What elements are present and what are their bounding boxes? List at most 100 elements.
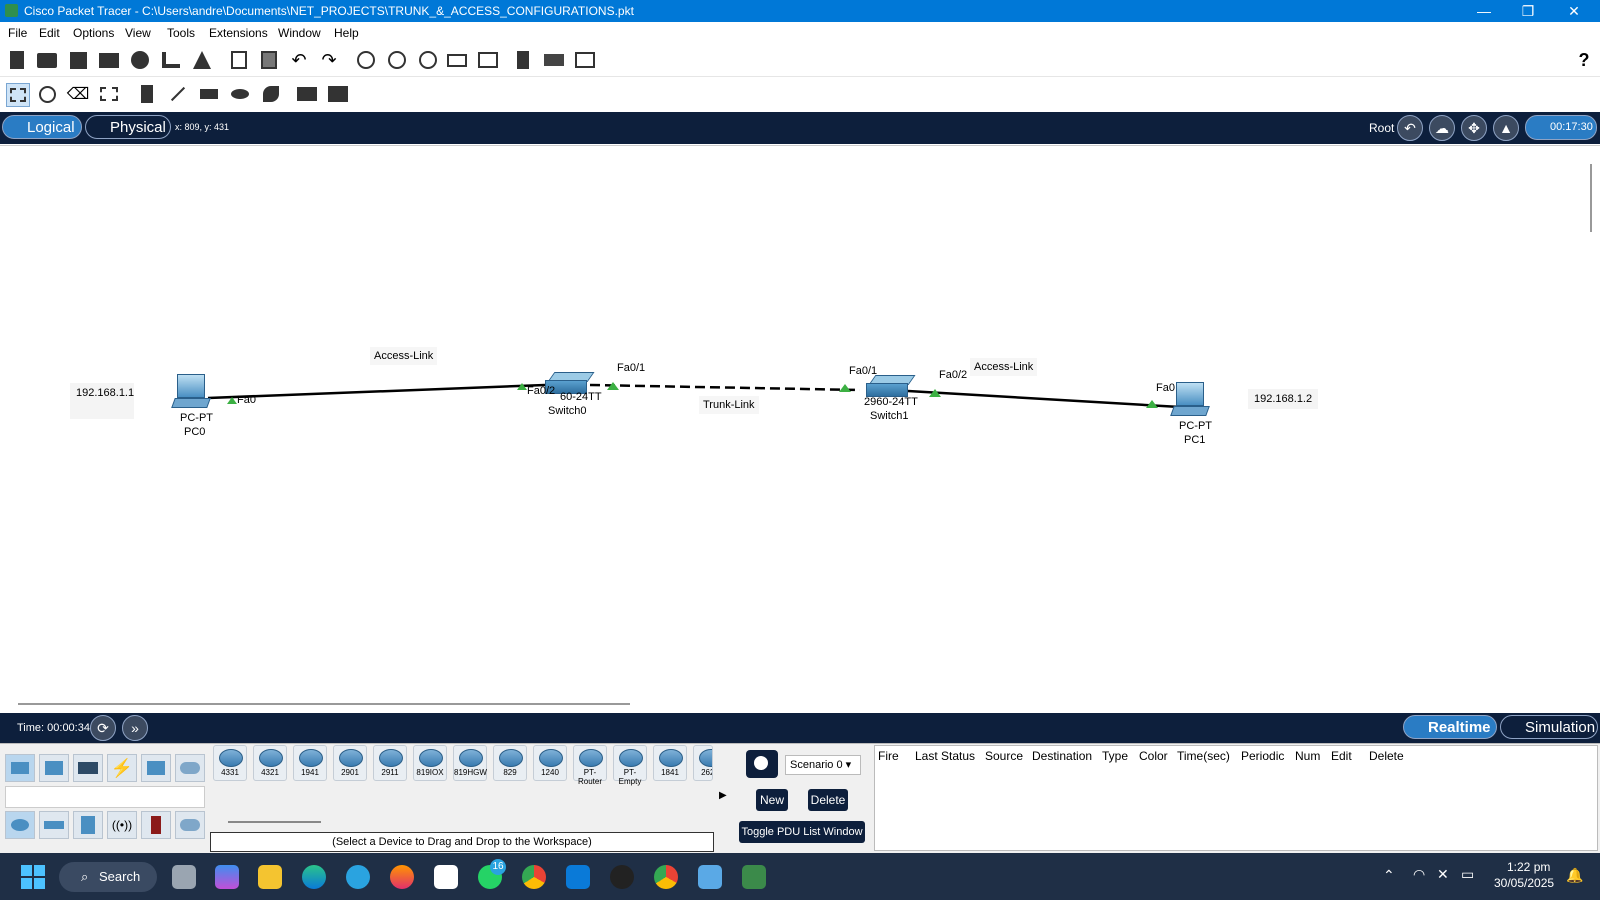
router-pt-empty[interactable]: PT-Empty <box>613 745 647 786</box>
notifications-bell-icon[interactable]: 🔔 <box>1566 867 1583 884</box>
activity-wizard-icon[interactable] <box>191 49 213 71</box>
minimize-button[interactable]: — <box>1462 0 1506 22</box>
fast-forward-icon[interactable]: » <box>122 715 148 741</box>
routers-subcategory-icon[interactable] <box>5 811 35 839</box>
show-hidden-icons-icon[interactable]: ⌃ <box>1383 867 1395 884</box>
chrome-profile-icon[interactable] <box>654 865 678 889</box>
new-scenario-button[interactable]: New <box>756 789 788 811</box>
menu-file[interactable]: File <box>8 26 27 40</box>
complex-pdu-icon[interactable] <box>327 83 349 105</box>
connections-category-icon[interactable]: ⚡ <box>107 754 137 782</box>
router-2901[interactable]: 2901 <box>333 745 367 781</box>
pc0-device-icon[interactable] <box>171 374 211 410</box>
custom-device-icon[interactable] <box>477 49 499 71</box>
toggle-pdu-list-button[interactable]: Toggle PDU List Window <box>739 821 865 843</box>
delete-icon[interactable]: ⌫ <box>67 83 90 105</box>
image-icon[interactable] <box>574 49 596 71</box>
new-file-icon[interactable] <box>6 49 28 71</box>
note-icon[interactable] <box>136 83 158 105</box>
freeform-icon[interactable] <box>260 83 282 105</box>
close-button[interactable]: ✕ <box>1552 0 1596 22</box>
menu-options[interactable]: Options <box>73 26 114 40</box>
multiuser-category-icon[interactable] <box>175 754 205 782</box>
view-icon[interactable] <box>543 49 565 71</box>
right-link-note[interactable]: Access-Link <box>970 358 1038 376</box>
device-list-scrollbar[interactable] <box>228 821 321 823</box>
menu-view[interactable]: View <box>125 26 151 40</box>
save-icon[interactable] <box>67 49 89 71</box>
router-829[interactable]: 829 <box>493 745 527 781</box>
info-icon[interactable] <box>129 49 151 71</box>
wifi-icon[interactable]: ◠ <box>1413 866 1425 883</box>
delete-scenario-button[interactable]: Delete <box>808 789 848 811</box>
vscode-icon[interactable] <box>566 865 590 889</box>
network-wizard-icon[interactable] <box>160 49 182 71</box>
menu-help[interactable]: Help <box>334 26 359 40</box>
zoom-in-icon[interactable] <box>355 49 377 71</box>
copilot-icon[interactable] <box>215 865 239 889</box>
network-devices-category-icon[interactable] <box>5 754 35 782</box>
security-subcategory-icon[interactable] <box>141 811 171 839</box>
telegram-icon[interactable] <box>346 865 370 889</box>
open-folder-icon[interactable] <box>36 49 58 71</box>
wireless-subcategory-icon[interactable]: ((•)) <box>107 811 137 839</box>
router-1941[interactable]: 1941 <box>293 745 327 781</box>
packet-tracer-taskbar-icon[interactable] <box>742 865 766 889</box>
trunk-link-note[interactable]: Trunk-Link <box>699 396 759 414</box>
cloud-icon[interactable]: ☁ <box>1429 115 1455 141</box>
horizontal-scrollbar[interactable] <box>18 703 630 705</box>
menu-edit[interactable]: Edit <box>39 26 60 40</box>
device-template-icon[interactable] <box>512 49 534 71</box>
power-cycle-icon[interactable]: ⟳ <box>90 715 116 741</box>
copy-icon[interactable] <box>228 49 250 71</box>
back-icon[interactable]: ↶ <box>1397 115 1423 141</box>
drawing-palette-icon[interactable] <box>446 49 468 71</box>
realtime-mode-button[interactable]: Realtime <box>1403 715 1497 739</box>
resize-icon[interactable] <box>98 83 120 105</box>
rectangle-icon[interactable] <box>198 83 220 105</box>
logical-workspace[interactable]: PC-PT PC0 192.168.1.1 Fa0 60-24TT Switch… <box>0 145 1600 714</box>
pc1-ip-note[interactable]: 192.168.1.2 <box>1248 389 1319 409</box>
logical-tab[interactable]: Logical <box>2 115 82 139</box>
wan-emulation-subcategory-icon[interactable] <box>175 811 205 839</box>
volume-muted-icon[interactable]: ✕ <box>1437 866 1449 883</box>
router-2911[interactable]: 2911 <box>373 745 407 781</box>
edge-icon[interactable] <box>302 865 326 889</box>
router-1841[interactable]: 1841 <box>653 745 687 781</box>
zoom-reset-icon[interactable] <box>386 49 408 71</box>
hubs-subcategory-icon[interactable] <box>73 811 103 839</box>
print-icon[interactable] <box>98 49 120 71</box>
zoom-out-icon[interactable] <box>417 49 439 71</box>
vertical-scrollbar[interactable] <box>1590 164 1592 232</box>
scenario-select[interactable]: Scenario 0 ▾ <box>785 755 861 775</box>
router-819hgw[interactable]: 819HGW <box>453 745 487 781</box>
task-view-icon[interactable] <box>172 865 196 889</box>
undo-icon[interactable]: ↶ <box>288 49 310 71</box>
help-icon[interactable]: ? <box>1573 49 1595 71</box>
router-819iox[interactable]: 819IOX <box>413 745 447 781</box>
taskbar-search-box[interactable]: ⌕ Search <box>59 862 157 892</box>
select-icon[interactable] <box>6 83 30 107</box>
redo-icon[interactable]: ↷ <box>318 49 340 71</box>
components-category-icon[interactable] <box>73 754 103 782</box>
pc1-device-icon[interactable] <box>1170 382 1210 418</box>
windows-start-icon[interactable] <box>21 865 45 889</box>
viewport-clock[interactable]: 00:17:30 <box>1525 115 1597 140</box>
paste-icon[interactable] <box>258 49 280 71</box>
end-devices-category-icon[interactable] <box>39 754 69 782</box>
clock-time[interactable]: 1:22 pm <box>1507 860 1550 874</box>
firefox-icon[interactable] <box>390 865 414 889</box>
clock-date[interactable]: 30/05/2025 <box>1494 876 1554 890</box>
router-pt-router[interactable]: PT-Router <box>573 745 607 786</box>
menu-tools[interactable]: Tools <box>167 26 195 40</box>
router-4321[interactable]: 4321 <box>253 745 287 781</box>
gmail-icon[interactable] <box>434 865 458 889</box>
panel-expand-icon[interactable]: ▶ <box>719 790 727 801</box>
file-explorer-icon[interactable] <box>258 865 282 889</box>
battery-icon[interactable]: ▭ <box>1461 866 1474 883</box>
maximize-button[interactable]: ❐ <box>1506 0 1550 22</box>
router-2620[interactable]: 2620 <box>693 745 713 781</box>
scenario-info-icon[interactable] <box>746 750 778 778</box>
router-4331[interactable]: 4331 <box>213 745 247 781</box>
simple-pdu-icon[interactable] <box>296 83 318 105</box>
